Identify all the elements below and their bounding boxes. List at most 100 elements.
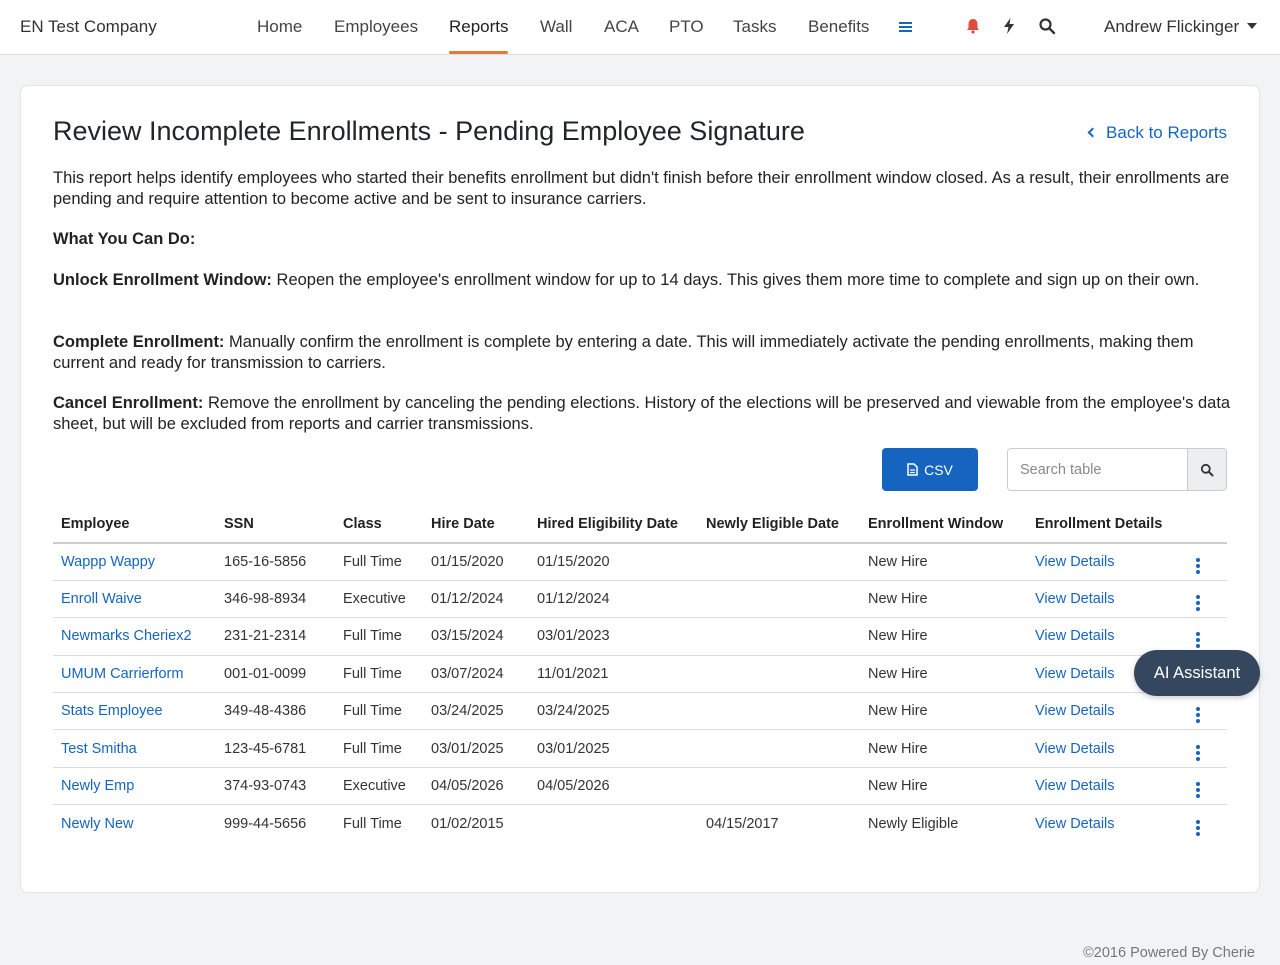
cancel-label: Cancel Enrollment: bbox=[53, 394, 204, 412]
more-vertical-icon[interactable] bbox=[1190, 707, 1206, 724]
table-cell: 03/24/2025 bbox=[423, 692, 529, 731]
view-details-link[interactable]: View Details bbox=[1035, 816, 1115, 832]
col-enrollment-details[interactable]: Enrollment Details bbox=[1027, 506, 1182, 544]
table-cell: View Details bbox=[1027, 805, 1182, 842]
table-cell: 346-98-8934 bbox=[216, 580, 335, 619]
hired-eligibility-date-cell: 11/01/2021 bbox=[537, 665, 609, 682]
table-cell: 04/15/2017 bbox=[698, 805, 860, 842]
row-actions-cell bbox=[1182, 805, 1227, 842]
nav-pto[interactable]: PTO bbox=[669, 17, 704, 37]
view-details-link[interactable]: View Details bbox=[1035, 666, 1115, 682]
table-cell: Executive bbox=[335, 767, 423, 806]
table-cell: 01/02/2015 bbox=[423, 805, 529, 842]
hired-eligibility-date-cell: 01/12/2024 bbox=[537, 591, 610, 608]
hire-date-cell: 03/15/2024 bbox=[431, 628, 504, 645]
col-employee[interactable]: Employee bbox=[53, 506, 216, 544]
table-cell: 03/15/2024 bbox=[423, 617, 529, 656]
col-hired-eligibility-date[interactable]: Hired Eligibility Date bbox=[529, 506, 698, 544]
view-details-link[interactable]: View Details bbox=[1035, 741, 1115, 757]
col-enrollment-window[interactable]: Enrollment Window bbox=[860, 506, 1027, 544]
more-vertical-icon[interactable] bbox=[1190, 595, 1206, 612]
employee-link[interactable]: Newly Emp bbox=[61, 778, 134, 794]
table-row: Newly Emp 374-93-0743 Executive 04/05/2026 0… bbox=[53, 767, 1227, 806]
table-cell: Executive bbox=[335, 580, 423, 619]
hired-eligibility-date-cell: 03/01/2023 bbox=[537, 628, 610, 645]
company-name[interactable]: EN Test Company bbox=[20, 17, 157, 37]
menu-icon[interactable] bbox=[897, 19, 917, 39]
cancel-paragraph: Cancel Enrollment: Remove the enrollment… bbox=[53, 393, 1233, 434]
csv-export-button[interactable]: CSV bbox=[882, 448, 978, 491]
nav-aca[interactable]: ACA bbox=[604, 17, 639, 37]
table-cell: View Details bbox=[1027, 692, 1182, 731]
employee-link[interactable]: Newly New bbox=[61, 816, 134, 832]
col-newly-eligible-date[interactable]: Newly Eligible Date bbox=[698, 506, 860, 544]
table-row: Wappp Wappy 165-16-5856 Full Time 01/15/202… bbox=[53, 543, 1227, 581]
table-row: Test Smitha 123-45-6781 Full Time 03/01/202… bbox=[53, 729, 1227, 768]
bell-icon[interactable] bbox=[964, 17, 984, 37]
view-details-link[interactable]: View Details bbox=[1035, 703, 1115, 719]
table-cell: Wappp Wappy bbox=[53, 543, 216, 581]
csv-label: CSV bbox=[924, 461, 953, 478]
nav-tasks[interactable]: Tasks bbox=[733, 17, 776, 37]
col-ssn[interactable]: SSN bbox=[216, 506, 335, 544]
view-details-link[interactable]: View Details bbox=[1035, 554, 1115, 570]
employee-link[interactable]: Newmarks Cheriex2 bbox=[61, 628, 192, 644]
nav-benefits[interactable]: Benefits bbox=[808, 17, 869, 37]
nav-home[interactable]: Home bbox=[257, 17, 302, 37]
more-vertical-icon[interactable] bbox=[1190, 819, 1206, 836]
search-icon[interactable] bbox=[1038, 17, 1058, 37]
more-vertical-icon[interactable] bbox=[1190, 632, 1206, 649]
ssn-cell: 165-16-5856 bbox=[224, 553, 307, 570]
col-class[interactable]: Class bbox=[335, 506, 423, 544]
view-details-link[interactable]: View Details bbox=[1035, 778, 1115, 794]
table-cell: 03/01/2023 bbox=[529, 617, 698, 656]
more-vertical-icon[interactable] bbox=[1190, 557, 1206, 574]
chevron-left-icon bbox=[1087, 127, 1098, 138]
search-input[interactable] bbox=[1008, 449, 1187, 490]
ssn-cell: 123-45-6781 bbox=[224, 740, 307, 757]
user-menu[interactable]: Andrew Flickinger bbox=[1104, 17, 1258, 37]
employee-link[interactable]: UMUM Carrierform bbox=[61, 666, 183, 682]
ssn-cell: 999-44-5656 bbox=[224, 815, 307, 832]
table-cell: 03/07/2024 bbox=[423, 655, 529, 694]
table-cell: Test Smitha bbox=[53, 729, 216, 768]
bolt-icon[interactable] bbox=[1001, 17, 1021, 37]
table-cell: View Details bbox=[1027, 580, 1182, 619]
view-details-link[interactable]: View Details bbox=[1035, 591, 1115, 607]
table-cell: New Hire bbox=[860, 692, 1027, 731]
row-actions-cell bbox=[1182, 729, 1227, 768]
table-cell: 01/12/2024 bbox=[529, 580, 698, 619]
nav-employees[interactable]: Employees bbox=[334, 17, 418, 37]
ai-assistant-button[interactable]: AI Assistant bbox=[1134, 650, 1260, 696]
hire-date-cell: 03/24/2025 bbox=[431, 703, 504, 720]
class-cell: Executive bbox=[343, 778, 406, 795]
row-actions-cell bbox=[1182, 692, 1227, 731]
unlock-text: Reopen the employee's enrollment window … bbox=[271, 271, 1200, 289]
class-cell: Full Time bbox=[343, 815, 402, 832]
table-cell: New Hire bbox=[860, 543, 1027, 581]
nav-wall[interactable]: Wall bbox=[540, 17, 572, 37]
employee-link[interactable]: Enroll Waive bbox=[61, 591, 142, 607]
table-cell bbox=[698, 729, 860, 768]
col-hire-date[interactable]: Hire Date bbox=[423, 506, 529, 544]
class-cell: Executive bbox=[343, 591, 406, 608]
table-cell: 01/12/2024 bbox=[423, 580, 529, 619]
table-cell: 03/24/2025 bbox=[529, 692, 698, 731]
search-button[interactable] bbox=[1187, 449, 1226, 490]
view-details-link[interactable]: View Details bbox=[1035, 628, 1115, 644]
back-to-reports-link[interactable]: Back to Reports bbox=[1087, 123, 1227, 143]
more-vertical-icon[interactable] bbox=[1190, 782, 1206, 799]
table-cell: Newmarks Cheriex2 bbox=[53, 617, 216, 656]
complete-paragraph: Complete Enrollment: Manually confirm th… bbox=[53, 332, 1233, 373]
table-header-row: Employee SSN Class Hire Date Hired Eligi… bbox=[53, 506, 1227, 544]
employee-link[interactable]: Stats Employee bbox=[61, 703, 163, 719]
row-actions-cell bbox=[1182, 543, 1227, 581]
page-title: Review Incomplete Enrollments - Pending … bbox=[53, 116, 805, 146]
nav-reports[interactable]: Reports bbox=[449, 17, 509, 37]
hire-date-cell: 01/02/2015 bbox=[431, 815, 504, 832]
class-cell: Full Time bbox=[343, 628, 402, 645]
class-cell: Full Time bbox=[343, 553, 402, 570]
more-vertical-icon[interactable] bbox=[1190, 744, 1206, 761]
employee-link[interactable]: Test Smitha bbox=[61, 741, 137, 757]
employee-link[interactable]: Wappp Wappy bbox=[61, 554, 155, 570]
